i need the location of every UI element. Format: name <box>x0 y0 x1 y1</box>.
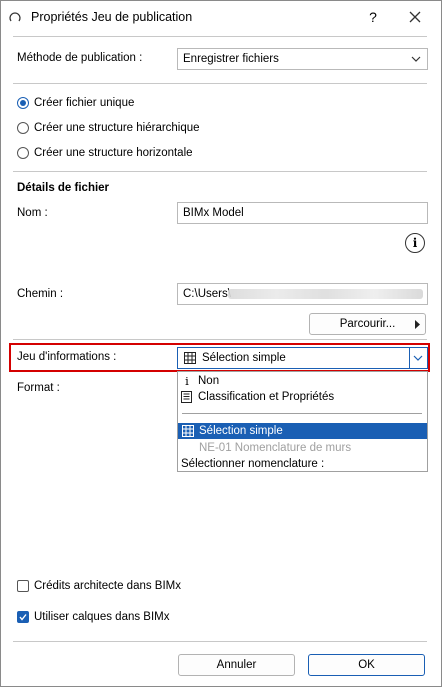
list-item-wall-schedule: NE-01 Nomenclature de murs <box>178 440 427 456</box>
list-item-none-label: Non <box>198 375 220 387</box>
name-input[interactable]: BIMx Model <box>177 202 428 224</box>
triangle-right-icon <box>415 320 420 329</box>
info-set-select[interactable]: Sélection simple <box>177 347 428 369</box>
info-set-label: Jeu d'informations : <box>17 351 117 363</box>
list-item-simple-selection[interactable]: Sélection simple <box>178 423 427 439</box>
path-value: C:\Users\ <box>183 288 231 300</box>
use-layers-checkbox[interactable] <box>17 611 29 623</box>
divider <box>13 339 427 340</box>
divider <box>13 83 427 84</box>
grid-icon <box>184 352 196 364</box>
cancel-button[interactable]: Annuler <box>178 654 295 676</box>
info-i-icon: i <box>185 374 189 388</box>
format-label: Format : <box>17 382 60 394</box>
list-item-none[interactable]: i Non <box>178 373 427 389</box>
radio-horizontal-structure[interactable] <box>17 147 29 159</box>
grid-icon <box>182 425 194 437</box>
info-set-dropdown-list: i Non Classification et Propriétés Sélec… <box>177 371 428 472</box>
file-details-heading: Détails de fichier <box>17 182 110 194</box>
list-separator <box>182 413 422 414</box>
list-item-select-schedule[interactable]: Sélectionner nomenclature : <box>178 456 427 472</box>
radio-single-file[interactable] <box>17 97 29 109</box>
list-item-simple-selection-label: Sélection simple <box>199 425 283 437</box>
publication-method-select[interactable]: Enregistrer fichiers <box>177 48 428 70</box>
close-icon[interactable] <box>405 7 425 27</box>
info-set-value: Sélection simple <box>202 352 286 364</box>
list-item-select-schedule-label: Sélectionner nomenclature : <box>181 458 325 470</box>
radio-horizontal-structure-label[interactable]: Créer une structure horizontale <box>34 147 193 159</box>
checkmark-icon <box>19 614 27 621</box>
browse-button-label: Parcourir... <box>339 318 396 330</box>
chevron-down-icon[interactable] <box>413 354 423 362</box>
dropdown-separator <box>409 348 410 368</box>
path-input[interactable]: C:\Users\ <box>177 283 428 305</box>
use-layers-label[interactable]: Utiliser calques dans BIMx <box>34 611 170 623</box>
refresh-arc-icon <box>9 12 21 22</box>
list-item-classification[interactable]: Classification et Propriétés <box>178 389 427 405</box>
chevron-down-icon <box>411 56 421 62</box>
list-item-wall-schedule-label: NE-01 Nomenclature de murs <box>199 442 352 454</box>
publisher-set-properties-dialog: Propriétés Jeu de publication ? Méthode … <box>0 0 442 687</box>
publication-method-value: Enregistrer fichiers <box>183 53 279 65</box>
info-icon[interactable]: i <box>405 233 425 253</box>
divider <box>13 171 427 172</box>
name-label: Nom : <box>17 207 48 219</box>
radio-single-file-label[interactable]: Créer fichier unique <box>34 97 134 109</box>
architect-credits-checkbox[interactable] <box>17 580 29 592</box>
browse-button[interactable]: Parcourir... <box>309 313 426 335</box>
path-label: Chemin : <box>17 288 64 300</box>
radio-hierarchical-structure-label[interactable]: Créer une structure hiérarchique <box>34 122 200 134</box>
divider <box>13 641 427 642</box>
window-title: Propriétés Jeu de publication <box>31 10 193 24</box>
redacted-path-segment <box>228 289 423 299</box>
architect-credits-label[interactable]: Crédits architecte dans BIMx <box>34 580 181 592</box>
publication-method-label: Méthode de publication : <box>17 52 143 64</box>
document-icon <box>181 391 192 403</box>
divider <box>13 36 427 37</box>
help-button[interactable]: ? <box>363 7 383 27</box>
radio-hierarchical-structure[interactable] <box>17 122 29 134</box>
ok-button[interactable]: OK <box>308 654 425 676</box>
title-bar: Propriétés Jeu de publication ? <box>1 1 441 33</box>
list-item-classification-label: Classification et Propriétés <box>198 391 335 403</box>
